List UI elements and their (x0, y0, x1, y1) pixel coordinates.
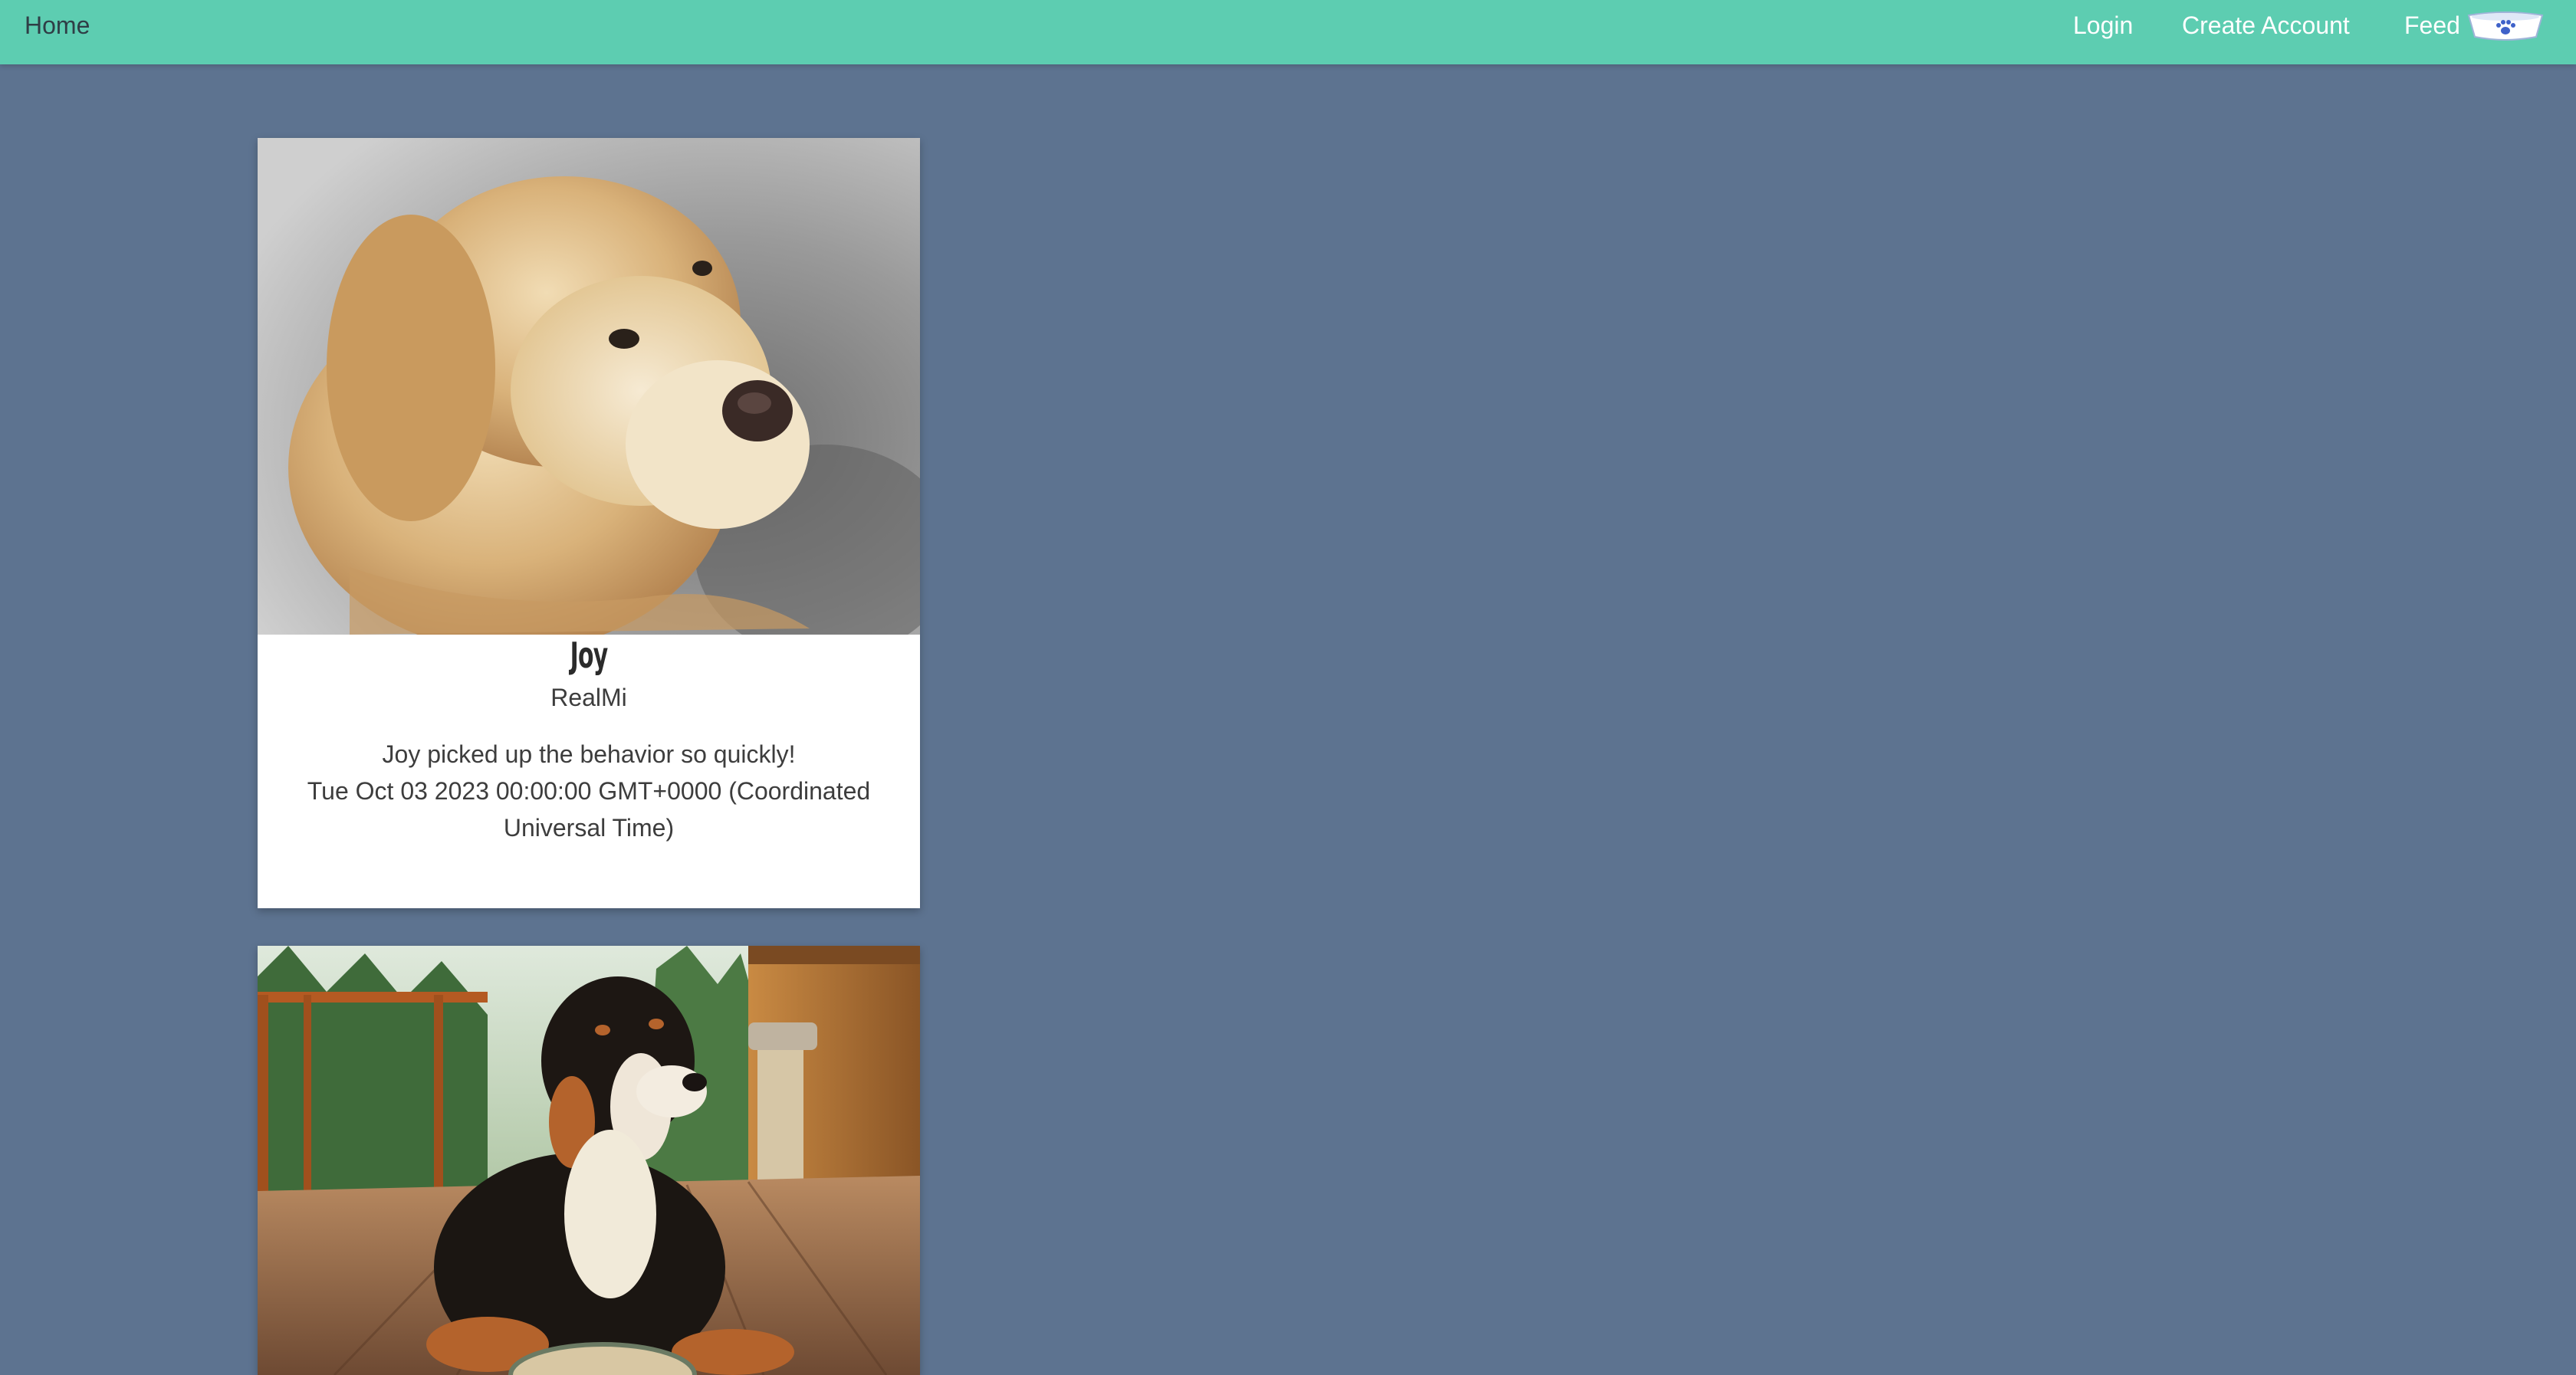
navbar: Home Login Create Account Feed (0, 0, 2576, 64)
pet-name: Joy (570, 635, 609, 676)
post-date: Tue Oct 03 2023 00:00:00 GMT+0000 (Coord… (307, 777, 871, 842)
post-caption: Joy picked up the behavior so quickly! (382, 740, 796, 768)
dog-bowl-icon[interactable] (2466, 11, 2545, 41)
golden-doodle-puppy-photo (258, 138, 920, 635)
nav-feed-link[interactable]: Feed (2404, 0, 2460, 51)
post-description: Joy picked up the behavior so quickly! T… (288, 736, 889, 846)
nav-create-account-link[interactable]: Create Account (2182, 0, 2350, 51)
bernese-mountain-dog-photo (258, 946, 920, 1375)
owner-name: RealMi (550, 684, 627, 711)
post-card (258, 946, 920, 1375)
nav-home-link[interactable]: Home (25, 0, 90, 51)
nav-login-link[interactable]: Login (2073, 0, 2133, 51)
post-card: Joy RealMi Joy picked up the behavior so… (258, 138, 920, 908)
